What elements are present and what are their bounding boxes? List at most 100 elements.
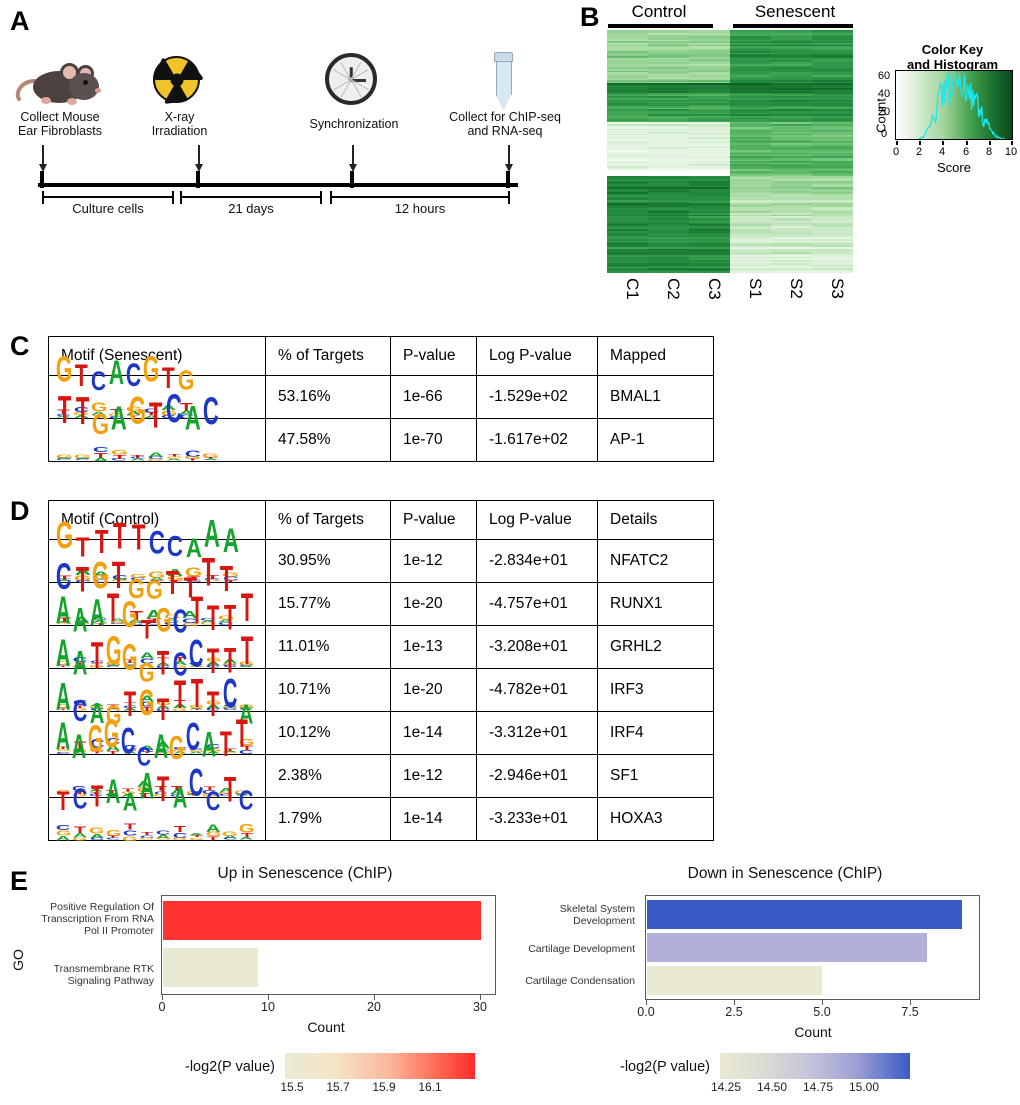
cell-log-p-value: -3.233e+01	[476, 797, 598, 841]
logo-base-a: A	[202, 727, 217, 766]
logo-base-c: C	[148, 524, 165, 562]
timeline-segment-label: Culture cells	[72, 201, 144, 216]
logo-base-a: A	[92, 456, 109, 463]
logo-base-t: T	[90, 635, 103, 679]
logo-base-c: C	[72, 783, 88, 816]
logo-base-t: T	[57, 786, 70, 817]
logo-base-c: C	[91, 366, 107, 397]
plot-area	[645, 895, 980, 1000]
logo-base-c: C	[172, 831, 188, 840]
col-header-targets: % of Targets	[265, 500, 391, 540]
panel-d-label: D	[10, 496, 30, 526]
cell-percent-of-targets: 10.71%	[265, 668, 391, 712]
logo-base-a: A	[172, 781, 188, 816]
panel-c-label: C	[10, 331, 30, 361]
timeline-segment-label: 12 hours	[394, 201, 446, 216]
table-row: TCGACTAGTGACAGTCATCGATCGTCAGATCGCATGCAGT…	[48, 764, 714, 842]
logo-base-g: G	[73, 453, 92, 461]
chart-title: Down in Senescence (ChIP)	[687, 865, 883, 882]
logo-base-t: T	[235, 713, 248, 758]
cell-p-value: 1e-20	[390, 668, 477, 712]
color-key-ytick: 20	[877, 106, 891, 118]
logo-base-c: C	[56, 823, 71, 832]
logo-base-c: C	[205, 786, 221, 817]
logo-base-g: G	[110, 449, 128, 457]
logo-base-a: A	[72, 645, 88, 683]
timeline-node-caption: Collect Mouse Ear Fibroblasts	[17, 110, 103, 138]
legend-gradient	[720, 1053, 910, 1079]
logo-base-g: G	[238, 822, 255, 836]
logo-base-c: C	[92, 445, 109, 455]
logo-base-a: A	[72, 831, 88, 840]
col-header-pvalue: P-value	[390, 336, 477, 376]
logo-base-t: T	[157, 770, 170, 811]
cell-log-p-value: -1.529e+02	[476, 375, 598, 419]
color-key-xtick	[989, 141, 991, 145]
go-category-label: Cartilage Condensation	[525, 975, 635, 987]
cell-mapped: HOXA3	[597, 797, 714, 841]
heatmap-group-label: Control	[631, 2, 687, 21]
panel-a-label: A	[10, 6, 30, 36]
panel-b-heatmap: B Control Senescent C1 C2 C3 S1 S2 S3 Co…	[580, 0, 1020, 300]
logo-base-t: T	[223, 770, 237, 811]
heatmap-sample-label: S2	[787, 278, 806, 299]
x-tick-label: 2.5	[725, 1005, 743, 1019]
go-bar	[647, 966, 822, 995]
color-key-title: Color Key and Histogram	[906, 42, 998, 72]
logo-base-g: G	[222, 829, 238, 838]
cell-log-p-value: -2.834e+01	[476, 539, 598, 583]
cell-mapped: IRF4	[597, 711, 714, 755]
logo-base-a: A	[56, 716, 71, 760]
logo-base-t: T	[123, 822, 137, 832]
logo-base-t: T	[149, 394, 163, 436]
legend-tick-label: 16.1	[418, 1080, 442, 1094]
legend-tick-label: 14.75	[802, 1080, 834, 1094]
heatmap-sample-label: C3	[705, 278, 724, 300]
logo-base-c: C	[122, 829, 138, 838]
color-key-xtick-label: 6	[962, 146, 970, 158]
logo-base-g: G	[205, 831, 222, 838]
logo-base-g: G	[138, 683, 155, 724]
panel-a-experiment-timeline: A Collect Mouse Ear Fibroblasts X-ray Ir…	[0, 0, 580, 230]
logo-base-a: A	[184, 398, 201, 438]
logo-base-g: G	[55, 829, 72, 838]
color-key-xtick	[1011, 141, 1013, 145]
cell-mapped: SF1	[597, 754, 714, 798]
cell-mapped: AP-1	[597, 418, 714, 462]
legend-title: -log2(P value)	[619, 1059, 710, 1075]
logo-base-t: T	[94, 451, 108, 461]
logo-base-c: C	[121, 722, 136, 764]
cell-p-value: 1e-14	[390, 711, 477, 755]
timeline-tick	[506, 171, 510, 188]
cell-mapped: NFATC2	[597, 539, 714, 583]
cell-log-p-value: -1.617e+02	[476, 418, 598, 462]
motif-table-senescent: Motif (Senescent) % of Targets P-value L…	[48, 336, 714, 462]
color-key-xtick-label: 0	[892, 146, 900, 158]
legend-tick-label: 15.7	[326, 1080, 350, 1094]
logo-base-c: C	[184, 449, 201, 460]
logo-base-g: G	[55, 453, 73, 460]
timeline-tick	[40, 171, 44, 188]
cell-p-value: 1e-70	[390, 418, 477, 462]
timeline-arrow	[505, 145, 513, 172]
color-key-xtick-label: 4	[938, 146, 946, 158]
logo-base-g: G	[105, 828, 122, 838]
cell-mapped: RUNX1	[597, 582, 714, 626]
clock-icon	[325, 53, 381, 109]
logo-base-t: T	[140, 831, 153, 837]
logo-base-t: T	[140, 615, 153, 646]
logo-base-g: G	[88, 826, 105, 836]
timeline-arrow	[349, 145, 357, 172]
cell-log-p-value: -4.757e+01	[476, 582, 598, 626]
motif-table-control: Motif (Control) % of Targets P-value Log…	[48, 500, 714, 842]
timeline-node-caption: Synchronization	[309, 117, 399, 131]
radiation-icon	[153, 56, 205, 108]
logo-base-a: A	[72, 729, 87, 767]
heatmap-group-bar	[608, 24, 713, 28]
color-key-xtick	[942, 141, 944, 145]
go-category-label: Skeletal System Development	[559, 903, 635, 927]
x-tick-label: 0	[158, 1000, 166, 1014]
timeline-segment	[42, 196, 174, 198]
heatmap-group-bar	[733, 24, 853, 28]
logo-base-c: C	[202, 388, 219, 434]
